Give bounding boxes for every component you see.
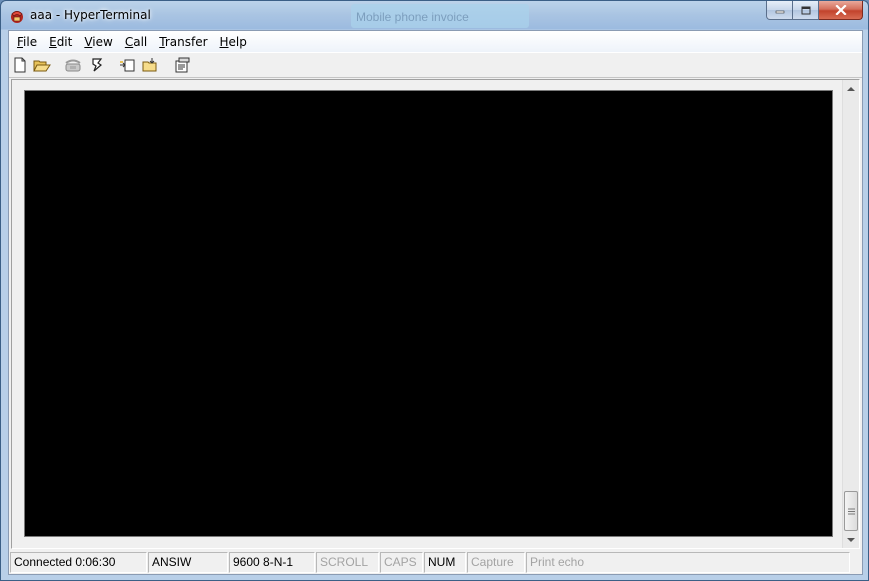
scroll-thumb[interactable] xyxy=(844,491,858,531)
background-window-title: Mobile phone invoice xyxy=(356,10,469,24)
menu-help[interactable]: Help xyxy=(214,33,253,51)
caption-buttons xyxy=(766,1,863,21)
close-icon xyxy=(834,5,847,15)
status-print-echo: Print echo xyxy=(526,552,850,573)
grip-icon xyxy=(847,508,855,514)
title-bar[interactable]: aaa - HyperTerminal Mobile phone invoice xyxy=(1,1,868,30)
send-file-icon xyxy=(120,59,135,72)
close-button[interactable] xyxy=(819,1,863,20)
status-connection: Connected 0:06:30 xyxy=(10,552,147,573)
hyperterminal-phone-icon[interactable] xyxy=(9,8,25,24)
receive-button[interactable] xyxy=(141,56,159,74)
menu-edit[interactable]: Edit xyxy=(43,33,78,51)
open-folder-icon xyxy=(33,60,51,72)
terminal-frame xyxy=(11,79,860,549)
scroll-down-button[interactable] xyxy=(843,531,859,548)
client-area: File Edit View Call Transfer Help Connec… xyxy=(8,30,863,575)
terminal-screen[interactable] xyxy=(24,90,833,537)
status-bar: Connected 0:06:30 ANSIW 9600 8-N-1 SCROL… xyxy=(9,551,862,574)
status-num: NUM xyxy=(424,552,466,573)
status-caps: CAPS xyxy=(380,552,423,573)
status-scroll: SCROLL xyxy=(316,552,379,573)
menu-file[interactable]: File xyxy=(11,33,43,51)
call-button[interactable] xyxy=(64,56,82,74)
toolbar xyxy=(9,52,862,78)
minimize-button[interactable] xyxy=(766,1,793,20)
open-button[interactable] xyxy=(33,56,51,74)
menu-call[interactable]: Call xyxy=(119,33,153,51)
vertical-scrollbar[interactable] xyxy=(842,80,859,548)
maximize-icon xyxy=(801,6,810,14)
chevron-up-icon xyxy=(847,86,855,91)
window-title: aaa - HyperTerminal xyxy=(30,8,151,22)
menu-bar: File Edit View Call Transfer Help xyxy=(9,31,862,52)
status-emulation: ANSIW xyxy=(148,552,228,573)
send-button[interactable] xyxy=(119,56,137,74)
status-port-settings: 9600 8-N-1 xyxy=(229,552,315,573)
scroll-up-button[interactable] xyxy=(843,80,859,97)
status-capture: Capture xyxy=(467,552,525,573)
receive-file-icon xyxy=(142,58,157,72)
chevron-down-icon xyxy=(847,537,855,542)
maximize-button[interactable] xyxy=(793,1,819,20)
hyperterminal-window: aaa - HyperTerminal Mobile phone invoice xyxy=(0,0,869,581)
new-connection-button[interactable] xyxy=(11,56,29,74)
disconnect-icon xyxy=(92,58,103,72)
new-document-icon xyxy=(14,57,26,73)
menu-transfer[interactable]: Transfer xyxy=(153,33,213,51)
menu-view[interactable]: View xyxy=(78,33,118,51)
properties-icon xyxy=(175,57,190,73)
disconnect-button[interactable] xyxy=(88,56,106,74)
minimize-icon xyxy=(775,10,784,14)
connect-phone-icon xyxy=(65,59,81,72)
properties-button[interactable] xyxy=(173,56,191,74)
